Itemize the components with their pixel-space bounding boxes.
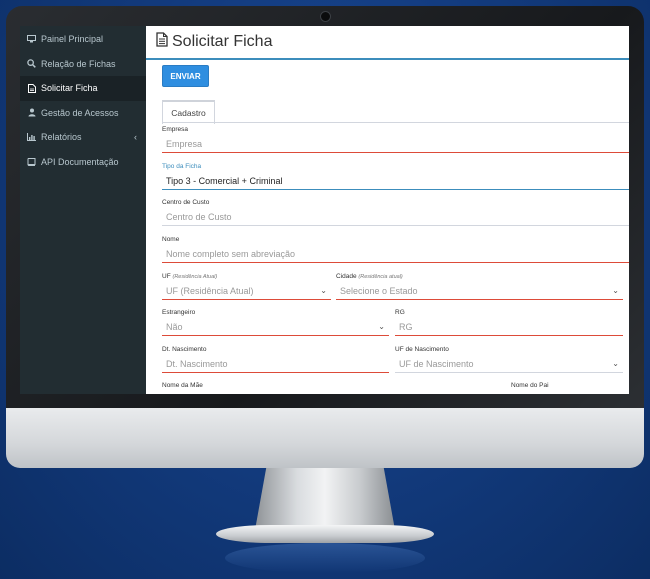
tab-divider <box>162 122 629 123</box>
document-icon <box>156 32 168 52</box>
uf-nascimento-select[interactable]: UF de Nascimento ⌄ <box>395 355 623 373</box>
chevron-down-icon: ⌄ <box>378 322 385 331</box>
sidebar-item-label: Solicitar Ficha <box>41 83 98 94</box>
uf-label: UF (Residência Atual) <box>162 273 217 280</box>
uf-label-note: (Residência Atual) <box>172 274 218 280</box>
screen: Painel Principal Relação de Fichas Solic… <box>20 26 629 394</box>
centro-custo-label: Centro de Custo <box>162 199 210 206</box>
dt-nascimento-field[interactable]: Dt. Nascimento <box>162 355 389 373</box>
main-content: Solicitar Ficha ENVIAR Cadastro Empresa … <box>146 26 629 394</box>
centro-custo-field[interactable]: Centro de Custo <box>162 208 629 226</box>
monitor-icon <box>27 35 36 44</box>
uf-select-value: UF (Residência Atual) <box>166 285 254 296</box>
cidade-select-value: Selecione o Estado <box>340 285 418 296</box>
sidebar-item-solicitar-ficha[interactable]: Solicitar Ficha <box>20 76 146 101</box>
uf-label-text: UF <box>162 273 171 280</box>
tipo-ficha-label: Tipo da Ficha <box>162 163 202 170</box>
page-title: Solicitar Ficha <box>156 32 272 52</box>
monitor-stand-neck <box>255 468 395 530</box>
sidebar-item-label: Gestão de Acessos <box>41 107 119 118</box>
sidebar-item-api-documentacao[interactable]: API Documentação <box>20 150 146 175</box>
user-icon <box>27 108 36 117</box>
stand-reflection <box>225 543 425 573</box>
rg-label: RG <box>395 309 405 316</box>
sidebar-item-label: Relatórios <box>41 132 82 143</box>
search-icon <box>27 59 36 69</box>
chevron-left-icon: ‹ <box>134 132 137 143</box>
cidade-label: Cidade (Residência atual) <box>336 273 403 280</box>
uf-nascimento-select-value: UF de Nascimento <box>399 358 474 369</box>
sidebar-item-label: Relação de Fichas <box>41 58 116 69</box>
rg-field[interactable]: RG <box>395 318 623 336</box>
sidebar-item-painel-principal[interactable]: Painel Principal <box>20 27 146 52</box>
monitor-stand-base <box>216 525 434 543</box>
sidebar-item-label: API Documentação <box>41 156 119 167</box>
enviar-button[interactable]: ENVIAR <box>162 65 209 87</box>
page-title-text: Solicitar Ficha <box>172 33 273 50</box>
webcam <box>320 11 331 22</box>
tab-cadastro[interactable]: Cadastro <box>162 100 215 124</box>
sidebar-item-relatorios[interactable]: Relatórios ‹ <box>20 125 146 150</box>
empresa-label: Empresa <box>162 126 189 133</box>
estrangeiro-label: Estrangeiro <box>162 309 196 316</box>
cidade-select[interactable]: Selecione o Estado ⌄ <box>336 282 623 300</box>
file-icon <box>27 83 36 93</box>
bar-chart-icon <box>27 133 36 142</box>
monitor-chin <box>6 408 644 468</box>
sidebar-item-gestao-de-acessos[interactable]: Gestão de Acessos <box>20 101 146 126</box>
chevron-down-icon: ⌄ <box>612 286 619 295</box>
nome-mae-label: Nome da Mãe <box>162 382 203 389</box>
tipo-ficha-field[interactable]: Tipo 3 - Comercial + Criminal <box>162 172 629 190</box>
title-divider <box>146 58 629 60</box>
chevron-down-icon: ⌄ <box>612 359 619 368</box>
sidebar-item-label: Painel Principal <box>41 34 104 45</box>
nome-pai-label: Nome do Pai <box>511 382 549 389</box>
dt-nascimento-label: Dt. Nascimento <box>162 346 207 353</box>
book-icon <box>27 157 36 166</box>
nome-field[interactable]: Nome completo sem abreviação <box>162 245 629 263</box>
estrangeiro-select[interactable]: Não ⌄ <box>162 318 389 336</box>
cidade-label-note: (Residência atual) <box>358 274 403 280</box>
uf-nascimento-label: UF de Nascimento <box>395 346 449 353</box>
cidade-label-text: Cidade <box>336 273 357 280</box>
chevron-down-icon: ⌄ <box>320 286 327 295</box>
uf-select[interactable]: UF (Residência Atual) ⌄ <box>162 282 331 300</box>
sidebar: Painel Principal Relação de Fichas Solic… <box>20 26 146 394</box>
sidebar-item-relacao-de-fichas[interactable]: Relação de Fichas <box>20 52 146 77</box>
nome-label: Nome <box>162 236 180 243</box>
estrangeiro-select-value: Não <box>166 321 183 332</box>
empresa-field[interactable]: Empresa <box>162 135 629 153</box>
